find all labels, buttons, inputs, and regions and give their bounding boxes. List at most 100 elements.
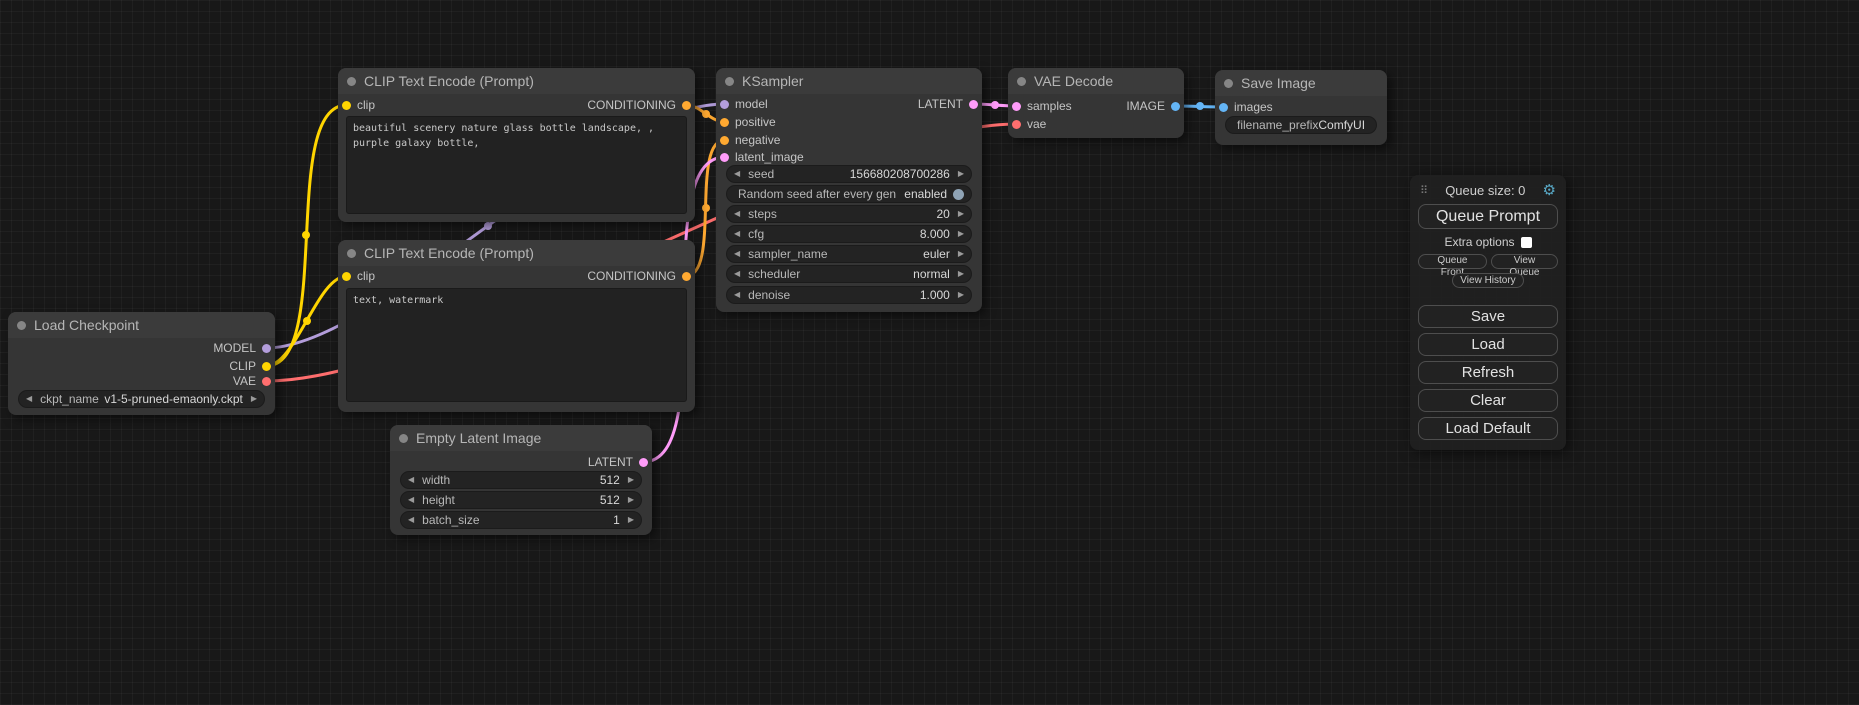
widget-sampler-name[interactable]: ◀ sampler_name euler ▶ [726, 245, 972, 263]
latent-port-dot[interactable] [720, 153, 729, 162]
widget-cfg[interactable]: ◀ cfg 8.000 ▶ [726, 225, 972, 243]
increment-arrow-icon[interactable]: ▶ [628, 496, 634, 504]
node-title: VAE Decode [1034, 73, 1113, 89]
widget-seed[interactable]: ◀ seed 156680208700286 ▶ [726, 165, 972, 183]
node-ksampler[interactable]: KSampler model positive negative latent_… [716, 68, 982, 312]
clip-port-dot[interactable] [262, 362, 271, 371]
extra-options-label: Extra options [1444, 235, 1514, 249]
output-slot-model: MODEL [213, 340, 271, 356]
clip-port-dot[interactable] [342, 101, 351, 110]
node-empty-latent-image[interactable]: Empty Latent Image LATENT ◀ width 512 ▶ … [390, 425, 652, 535]
widget-value: 20 [936, 207, 949, 221]
vae-port-dot[interactable] [262, 377, 271, 386]
save-button[interactable]: Save [1418, 305, 1558, 328]
drag-handle-icon[interactable]: ⠿ [1420, 184, 1428, 197]
input-slot-images: images [1219, 99, 1273, 115]
decrement-arrow-icon[interactable]: ◀ [734, 170, 740, 178]
widget-batch-size[interactable]: ◀ batch_size 1 ▶ [400, 511, 642, 529]
input-slot-samples: samples [1012, 98, 1072, 114]
clip-port-dot[interactable] [342, 272, 351, 281]
decrement-arrow-icon[interactable]: ◀ [734, 270, 740, 278]
collapse-dot-icon[interactable] [347, 77, 356, 86]
widget-width[interactable]: ◀ width 512 ▶ [400, 471, 642, 489]
widget-value: euler [923, 247, 950, 261]
widget-height[interactable]: ◀ height 512 ▶ [400, 491, 642, 509]
increment-arrow-icon[interactable]: ▶ [958, 291, 964, 299]
widget-denoise[interactable]: ◀ denoise 1.000 ▶ [726, 286, 972, 304]
node-load-checkpoint[interactable]: Load Checkpoint MODEL CLIP VAE ◀ ckpt_na… [8, 312, 275, 415]
queue-size-label: Queue size: 0 [1445, 183, 1525, 198]
decrement-arrow-icon[interactable]: ◀ [734, 291, 740, 299]
widget-ckpt-name[interactable]: ◀ ckpt_name v1-5-pruned-emaonly.ckpt ▶ [18, 390, 265, 408]
slot-label: IMAGE [1126, 99, 1165, 113]
queue-front-button[interactable]: Queue Front [1418, 254, 1487, 269]
image-port-dot[interactable] [1219, 103, 1228, 112]
queue-prompt-button[interactable]: Queue Prompt [1418, 204, 1558, 229]
refresh-button[interactable]: Refresh [1418, 361, 1558, 384]
model-port-dot[interactable] [262, 344, 271, 353]
conditioning-port-dot[interactable] [720, 118, 729, 127]
vae-port-dot[interactable] [1012, 120, 1021, 129]
conditioning-port-dot[interactable] [682, 272, 691, 281]
prompt-textarea[interactable]: text, watermark [346, 288, 687, 402]
widget-label: scheduler [748, 267, 800, 281]
collapse-dot-icon[interactable] [1224, 79, 1233, 88]
extra-options-row: Extra options [1418, 235, 1558, 249]
node-save-image[interactable]: Save Image images filename_prefix ComfyU… [1215, 70, 1387, 145]
conditioning-port-dot[interactable] [682, 101, 691, 110]
prompt-textarea[interactable]: beautiful scenery nature glass bottle la… [346, 116, 687, 214]
widget-scheduler[interactable]: ◀ scheduler normal ▶ [726, 265, 972, 283]
node-title-bar[interactable]: Save Image [1215, 70, 1387, 96]
toggle-circle-icon[interactable] [953, 189, 964, 200]
load-default-button[interactable]: Load Default [1418, 417, 1558, 440]
collapse-dot-icon[interactable] [399, 434, 408, 443]
increment-arrow-icon[interactable]: ▶ [958, 170, 964, 178]
latent-port-dot[interactable] [1012, 102, 1021, 111]
decrement-arrow-icon[interactable]: ◀ [734, 210, 740, 218]
collapse-dot-icon[interactable] [17, 321, 26, 330]
widget-random-seed[interactable]: Random seed after every gen enabled [726, 185, 972, 203]
increment-arrow-icon[interactable]: ▶ [628, 516, 634, 524]
latent-port-dot[interactable] [639, 458, 648, 467]
slot-label: LATENT [588, 455, 633, 469]
decrement-arrow-icon[interactable]: ◀ [408, 496, 414, 504]
decrement-arrow-icon[interactable]: ◀ [26, 395, 32, 403]
collapse-dot-icon[interactable] [1017, 77, 1026, 86]
model-port-dot[interactable] [720, 100, 729, 109]
view-history-button[interactable]: View History [1452, 273, 1523, 288]
decrement-arrow-icon[interactable]: ◀ [734, 250, 740, 258]
node-title-bar[interactable]: Empty Latent Image [390, 425, 652, 451]
increment-arrow-icon[interactable]: ▶ [958, 210, 964, 218]
extra-options-checkbox[interactable] [1521, 237, 1532, 248]
node-vae-decode[interactable]: VAE Decode samples vae IMAGE [1008, 68, 1184, 138]
settings-gear-icon[interactable]: ⚙ [1543, 181, 1556, 199]
view-queue-button[interactable]: View Queue [1491, 254, 1558, 269]
clear-button[interactable]: Clear [1418, 389, 1558, 412]
widget-value: enabled [904, 187, 947, 201]
increment-arrow-icon[interactable]: ▶ [628, 476, 634, 484]
increment-arrow-icon[interactable]: ▶ [958, 230, 964, 238]
widget-filename-prefix[interactable]: filename_prefix ComfyUI [1225, 116, 1377, 134]
increment-arrow-icon[interactable]: ▶ [958, 250, 964, 258]
node-title-bar[interactable]: CLIP Text Encode (Prompt) [338, 240, 695, 266]
decrement-arrow-icon[interactable]: ◀ [408, 476, 414, 484]
latent-port-dot[interactable] [969, 100, 978, 109]
decrement-arrow-icon[interactable]: ◀ [408, 516, 414, 524]
collapse-dot-icon[interactable] [347, 249, 356, 258]
link-model-midpoint-dot [484, 222, 492, 230]
node-clip-text-encode-positive[interactable]: CLIP Text Encode (Prompt) clip CONDITION… [338, 68, 695, 222]
node-graph-canvas[interactable]: Load Checkpoint MODEL CLIP VAE ◀ ckpt_na… [0, 0, 1859, 705]
node-clip-text-encode-negative[interactable]: CLIP Text Encode (Prompt) clip CONDITION… [338, 240, 695, 412]
node-title-bar[interactable]: VAE Decode [1008, 68, 1184, 94]
load-button[interactable]: Load [1418, 333, 1558, 356]
node-title-bar[interactable]: Load Checkpoint [8, 312, 275, 338]
node-title-bar[interactable]: KSampler [716, 68, 982, 94]
node-title-bar[interactable]: CLIP Text Encode (Prompt) [338, 68, 695, 94]
image-port-dot[interactable] [1171, 102, 1180, 111]
increment-arrow-icon[interactable]: ▶ [958, 270, 964, 278]
collapse-dot-icon[interactable] [725, 77, 734, 86]
widget-steps[interactable]: ◀ steps 20 ▶ [726, 205, 972, 223]
decrement-arrow-icon[interactable]: ◀ [734, 230, 740, 238]
increment-arrow-icon[interactable]: ▶ [251, 395, 257, 403]
conditioning-port-dot[interactable] [720, 136, 729, 145]
